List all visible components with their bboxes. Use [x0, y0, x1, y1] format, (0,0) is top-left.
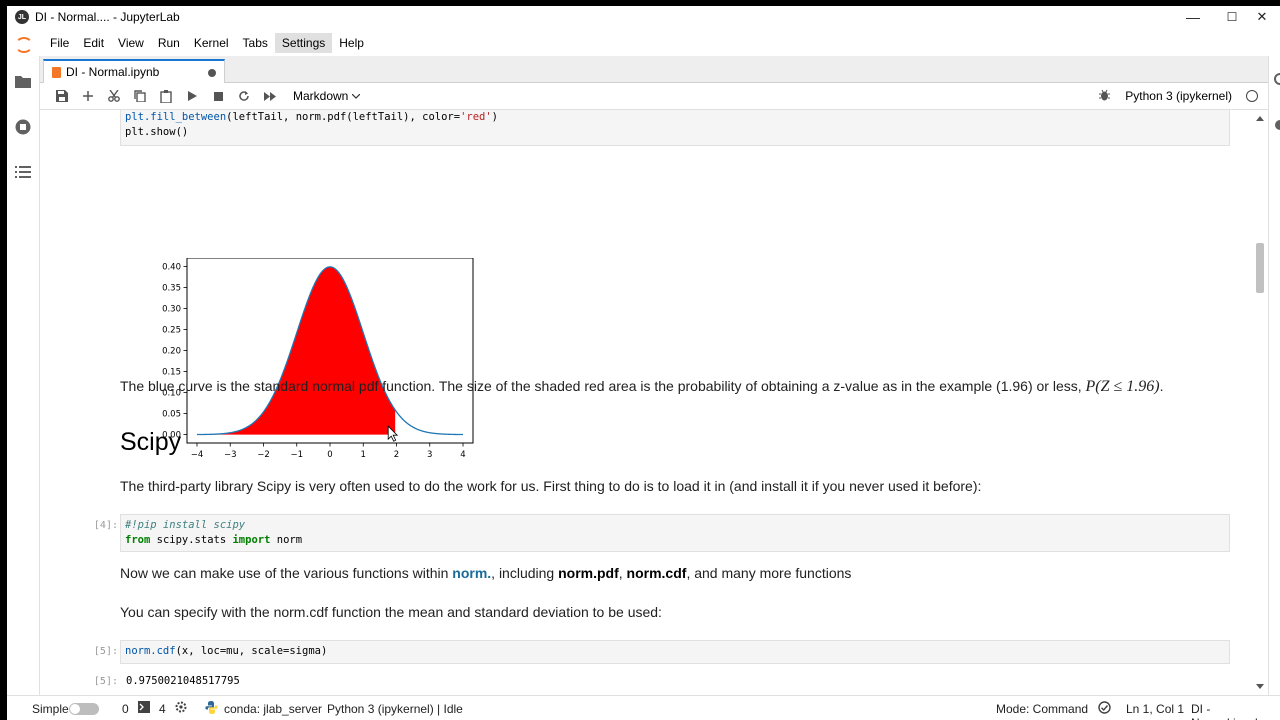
code-line: plt.fill_between(leftTail, norm.pdf(left… — [125, 111, 498, 123]
debugger-icon[interactable] — [1272, 118, 1280, 135]
scrollbar-thumb[interactable] — [1256, 243, 1264, 293]
y-tick-label: 0.30 — [162, 304, 181, 314]
markdown-paragraph: You can specify with the norm.cdf functi… — [120, 604, 662, 620]
code-cell-cdf[interactable]: norm.cdf(x, loc=mu, scale=sigma) — [120, 640, 1230, 664]
left-sidebar — [7, 56, 40, 696]
cut-icon[interactable] — [101, 85, 127, 107]
norm-link[interactable]: norm. — [452, 565, 491, 581]
title-bar: JL DI - Normal.... - JupyterLab — ☐ ✕ — [7, 6, 1280, 28]
kernel-gear-icon — [175, 701, 187, 716]
scroll-up-icon[interactable] — [1256, 116, 1264, 121]
run-icon[interactable] — [179, 85, 205, 107]
scroll-down-icon[interactable] — [1256, 684, 1264, 689]
chevron-down-icon — [352, 93, 361, 99]
menu-bar: File Edit View Run Kernel Tabs Settings … — [7, 30, 1280, 56]
notebook-scrollbar[interactable] — [1252, 110, 1268, 696]
menu-help[interactable]: Help — [332, 33, 371, 53]
save-icon[interactable] — [49, 85, 75, 107]
y-tick-label: 0.05 — [162, 410, 181, 420]
cell-type-value: Markdown — [293, 89, 349, 103]
y-tick-label: 0.15 — [162, 368, 181, 378]
close-button[interactable]: ✕ — [1241, 6, 1280, 28]
math-expression: P(Z ≤ 1.96) — [1085, 378, 1160, 395]
code-cell-import[interactable]: #!pip install scipy from scipy.stats imp… — [120, 514, 1230, 552]
right-sidebar — [1268, 56, 1280, 696]
code-line: from scipy.stats import norm — [125, 534, 303, 546]
notebook-icon — [52, 66, 61, 78]
unsaved-indicator-icon[interactable] — [208, 69, 216, 77]
kernel-name[interactable]: Python 3 (ipykernel) — [1125, 89, 1232, 103]
property-inspector-icon[interactable] — [1272, 72, 1280, 89]
jupyterlab-window: JL DI - Normal.... - JupyterLab — ☐ ✕ Fi… — [7, 6, 1280, 720]
simple-mode-label: Simple — [32, 702, 69, 716]
folder-icon[interactable] — [14, 72, 32, 90]
menu-run[interactable]: Run — [151, 33, 187, 53]
output-prompt: [5]: — [93, 676, 118, 687]
cell-type-dropdown[interactable]: Markdown — [293, 89, 361, 103]
restart-icon[interactable] — [231, 85, 257, 107]
error-status-icon[interactable] — [1098, 701, 1111, 717]
simple-mode-toggle[interactable] — [69, 703, 99, 715]
cell-prompt: [5]: — [93, 646, 118, 657]
python-icon — [205, 701, 218, 717]
markdown-paragraph: The third-party library Scipy is very of… — [120, 478, 982, 494]
cell-output: 0.9750021048517795 — [126, 675, 240, 687]
y-tick-label: 0.25 — [162, 325, 181, 335]
menu-settings[interactable]: Settings — [274, 33, 333, 53]
conda-env[interactable]: conda: jlab_server — [224, 702, 322, 716]
tab-bar: DI - Normal.ipynb — [40, 56, 1268, 83]
copy-icon[interactable] — [127, 85, 153, 107]
code-line: #!pip install scipy — [125, 519, 246, 531]
terminal-count[interactable]: 0 — [122, 702, 129, 716]
cell-prompt: [4]: — [93, 520, 118, 531]
window-title: DI - Normal.... - JupyterLab — [35, 10, 180, 24]
cursor-position[interactable]: Ln 1, Col 1 — [1126, 702, 1184, 716]
markdown-paragraph: Now we can make use of the various funct… — [120, 565, 852, 581]
tab-notebook[interactable]: DI - Normal.ipynb — [43, 59, 225, 83]
heading-scipy: Scipy — [120, 428, 182, 456]
menu-file[interactable]: File — [43, 33, 76, 53]
y-tick-label: 0.35 — [162, 283, 181, 293]
add-cell-icon[interactable] — [75, 85, 101, 107]
notebook-panel[interactable]: plt.fill_between(leftTail, norm.pdf(left… — [40, 110, 1252, 696]
code-line: norm.cdf(x, loc=mu, scale=sigma) — [125, 645, 328, 657]
status-bar: Simple 0 4 conda: jlab_server Python 3 (… — [7, 695, 1280, 720]
bug-icon[interactable] — [1099, 89, 1110, 104]
notebook-toolbar: Markdown Python 3 (ipykernel) — [40, 83, 1268, 110]
current-file: DI - Normal.ipynb — [1191, 702, 1262, 720]
table-of-contents-icon[interactable] — [14, 163, 32, 181]
y-tick-label: 0.40 — [162, 262, 181, 272]
kernel-status-icon — [1246, 90, 1258, 102]
menu-tabs[interactable]: Tabs — [236, 33, 275, 53]
code-line: plt.show() — [125, 126, 189, 138]
kernel-count[interactable]: 4 — [159, 702, 166, 716]
paste-icon[interactable] — [153, 85, 179, 107]
fast-forward-icon[interactable] — [257, 85, 283, 107]
code-cell-plot[interactable]: plt.fill_between(leftTail, norm.pdf(left… — [120, 110, 1230, 146]
tab-label: DI - Normal.ipynb — [66, 65, 160, 79]
app-icon: JL — [15, 10, 29, 24]
jupyter-logo-icon — [15, 34, 33, 53]
y-tick-label: 0.20 — [162, 347, 181, 357]
markdown-paragraph: The blue curve is the standard normal pd… — [120, 378, 1164, 395]
menu-view[interactable]: View — [111, 33, 151, 53]
stop-icon[interactable] — [205, 85, 231, 107]
menu-edit[interactable]: Edit — [76, 33, 111, 53]
red-shaded-area — [196, 266, 396, 435]
minimize-button[interactable]: — — [1172, 6, 1214, 28]
menu-kernel[interactable]: Kernel — [187, 33, 236, 53]
kernel-status[interactable]: Python 3 (ipykernel) | Idle — [327, 702, 463, 716]
terminal-icon — [138, 701, 150, 716]
command-mode: Mode: Command — [996, 702, 1089, 716]
running-kernels-icon[interactable] — [14, 118, 32, 136]
